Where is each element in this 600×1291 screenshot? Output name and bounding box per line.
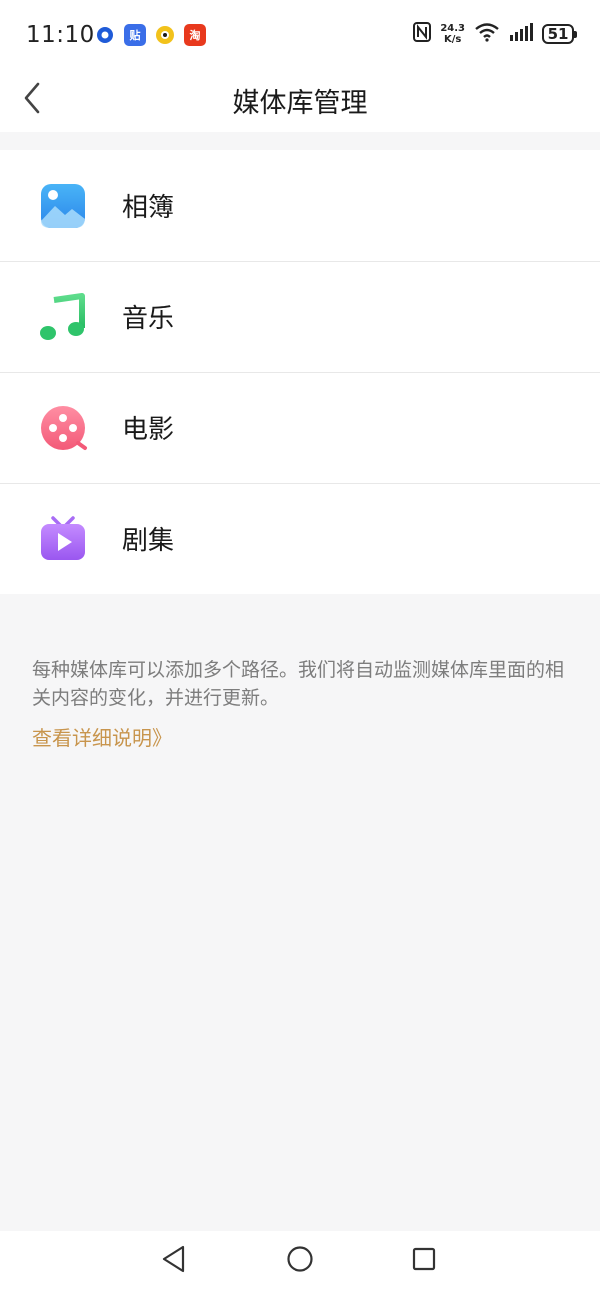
tieba-app-icon: 贴 xyxy=(124,24,146,46)
status-app-icons: 贴 淘 xyxy=(94,24,206,46)
app-header: 媒体库管理 xyxy=(0,68,600,132)
library-item-music[interactable]: 音乐 xyxy=(0,261,600,372)
library-description: 每种媒体库可以添加多个路径。我们将自动监测媒体库里面的相关内容的变化，并进行更新… xyxy=(32,659,565,709)
library-item-label: 音乐 xyxy=(122,304,175,334)
network-speed-unit: K/s xyxy=(443,34,462,45)
movie-icon xyxy=(38,403,88,453)
nav-back-button[interactable] xyxy=(158,1245,190,1277)
wifi-icon xyxy=(474,22,500,46)
library-item-label: 电影 xyxy=(122,415,175,445)
system-nav-bar xyxy=(0,1231,600,1291)
view-details-link[interactable]: 查看详细说明》 xyxy=(32,722,172,751)
square-recents-icon xyxy=(411,1246,437,1276)
signal-icon xyxy=(509,23,533,45)
library-item-movie[interactable]: 电影 xyxy=(0,372,600,483)
library-item-album[interactable]: 相簿 xyxy=(0,150,600,261)
nav-home-button[interactable] xyxy=(284,1245,316,1277)
library-item-tv-series[interactable]: 剧集 xyxy=(0,483,600,594)
battery-indicator: 51 xyxy=(542,24,577,44)
network-speed: 24.3 K/s xyxy=(440,23,465,45)
nfc-icon xyxy=(413,22,432,46)
status-bar: 11:10 贴 淘 24.3 K/s 51 xyxy=(0,0,600,68)
status-time: 11:10 xyxy=(26,22,95,48)
circle-app-icon xyxy=(94,24,116,46)
circle-home-icon xyxy=(286,1245,314,1277)
album-icon xyxy=(38,181,88,231)
page-title: 媒体库管理 xyxy=(232,88,368,119)
media-library-list: 相簿 音乐 电影 剧集 xyxy=(0,150,600,594)
library-item-label: 剧集 xyxy=(122,526,175,556)
nav-recents-button[interactable] xyxy=(408,1245,440,1277)
tv-series-icon xyxy=(38,514,88,564)
library-item-label: 相簿 xyxy=(122,193,175,223)
network-speed-value: 24.3 xyxy=(440,23,465,34)
yellow-app-icon xyxy=(154,24,176,46)
music-icon xyxy=(38,292,88,342)
triangle-back-icon xyxy=(161,1245,187,1277)
taobao-app-icon: 淘 xyxy=(184,24,206,46)
status-indicators: 24.3 K/s 51 xyxy=(413,22,577,46)
